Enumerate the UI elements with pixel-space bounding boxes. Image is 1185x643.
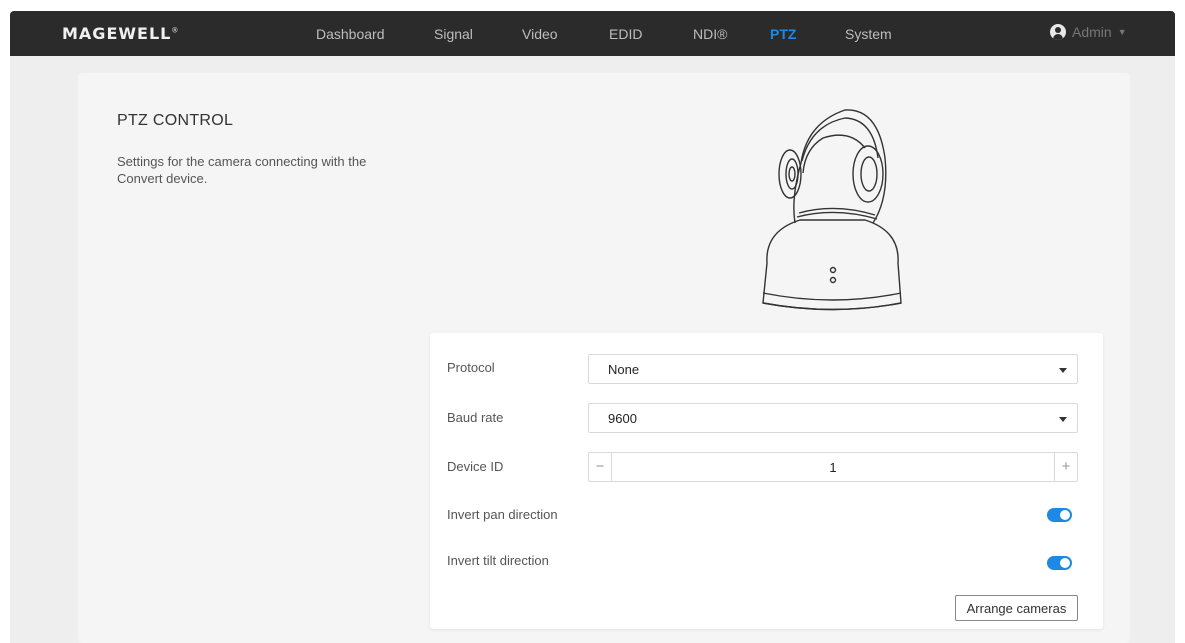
caret-down-icon xyxy=(1059,417,1067,422)
protocol-value: None xyxy=(608,362,640,377)
section-description: Settings for the camera connecting with … xyxy=(117,154,367,186)
caret-down-icon xyxy=(1059,368,1067,373)
toggle-knob xyxy=(1060,510,1070,520)
arrange-cameras-button[interactable]: Arrange cameras xyxy=(955,595,1078,621)
device-id-label: Device ID xyxy=(447,459,504,474)
registered-mark: ® xyxy=(171,26,180,35)
magewell-logo[interactable]: MAGEWELL® xyxy=(62,24,179,43)
user-menu[interactable]: Admin ▼ xyxy=(1050,24,1127,40)
protocol-select[interactable]: None xyxy=(588,354,1078,384)
section-title: PTZ CONTROL xyxy=(117,112,234,129)
nav-ptz[interactable]: PTZ xyxy=(770,26,796,42)
user-avatar-icon xyxy=(1050,24,1066,40)
protocol-label: Protocol xyxy=(447,360,495,375)
nav-edid[interactable]: EDID xyxy=(609,26,642,42)
nav-system[interactable]: System xyxy=(845,26,892,42)
baud-rate-select[interactable]: 9600 xyxy=(588,403,1078,433)
top-nav-bar: MAGEWELL® Dashboard Signal Video EDID ND… xyxy=(10,11,1175,56)
invert-tilt-toggle[interactable] xyxy=(1047,556,1072,570)
decrement-button[interactable]: − xyxy=(589,453,612,481)
user-name: Admin xyxy=(1072,24,1112,40)
nav-signal[interactable]: Signal xyxy=(434,26,473,42)
device-id-input[interactable] xyxy=(612,453,1054,481)
chevron-down-icon: ▼ xyxy=(1117,27,1127,37)
toggle-knob xyxy=(1060,558,1070,568)
invert-tilt-label: Invert tilt direction xyxy=(447,553,549,568)
nav-ndi[interactable]: NDI® xyxy=(693,26,727,42)
device-id-stepper: − + xyxy=(588,452,1078,482)
nav-video[interactable]: Video xyxy=(522,26,558,42)
ptz-camera-icon xyxy=(762,109,902,311)
baud-rate-value: 9600 xyxy=(608,411,637,426)
nav-dashboard[interactable]: Dashboard xyxy=(316,26,385,42)
baud-rate-label: Baud rate xyxy=(447,410,504,425)
invert-pan-label: Invert pan direction xyxy=(447,507,558,522)
increment-button[interactable]: + xyxy=(1054,453,1077,481)
invert-pan-toggle[interactable] xyxy=(1047,508,1072,522)
